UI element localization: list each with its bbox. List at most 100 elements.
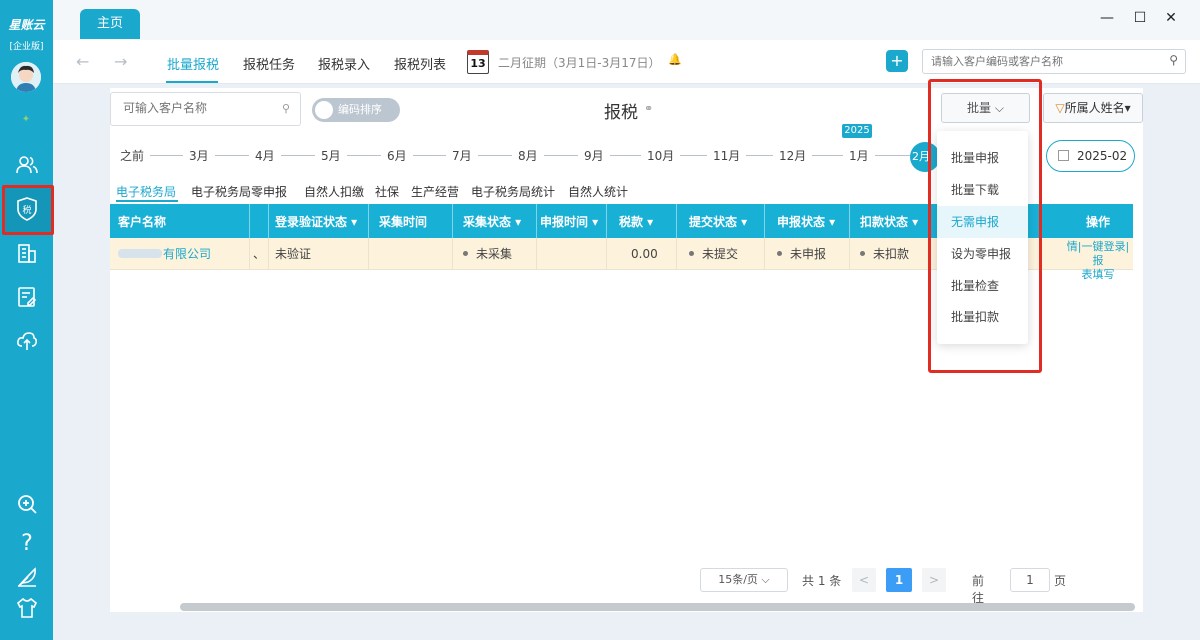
- maximize-button[interactable]: ☐: [1130, 10, 1150, 28]
- left-sidebar: 星账云 [企业版] ✦ 税 ?: [0, 0, 54, 640]
- customer-name-input[interactable]: [123, 93, 273, 123]
- title-bar: 主页 — ☐ ✕: [53, 0, 1200, 40]
- subtab-etax-bureau[interactable]: 电子税务局: [116, 183, 176, 200]
- svg-text:税: 税: [22, 204, 31, 216]
- page-label: 页: [1054, 574, 1067, 588]
- col-declare-time[interactable]: 申报时间 ▾: [537, 204, 607, 238]
- month-picker[interactable]: 2025-02: [1046, 140, 1135, 172]
- prev-page-button[interactable]: <: [852, 568, 876, 592]
- menu-item-set-zero-declare[interactable]: 设为零申报: [937, 238, 1028, 270]
- batch-button[interactable]: 批量 ⌵: [941, 93, 1030, 123]
- close-button[interactable]: ✕: [1161, 10, 1181, 28]
- col-collect-time[interactable]: 采集时间: [369, 204, 453, 238]
- subtab-zero-declaration[interactable]: 电子税务局零申报: [191, 183, 287, 200]
- timeline-item[interactable]: 10月: [641, 147, 681, 164]
- back-arrow-icon[interactable]: ←: [76, 52, 89, 71]
- next-page-button[interactable]: >: [922, 568, 946, 592]
- calendar-icon: [1058, 150, 1069, 161]
- timeline-item[interactable]: 4月: [249, 147, 281, 164]
- timeline-item[interactable]: 8月: [512, 147, 544, 164]
- horizontal-scrollbar[interactable]: [180, 603, 1135, 611]
- link-icon[interactable]: ⚭: [644, 102, 653, 115]
- calendar-icon[interactable]: 13: [467, 50, 489, 74]
- declare-status-cell: 未申报: [765, 238, 850, 269]
- nav-batch-tax[interactable]: 批量报税: [167, 54, 219, 73]
- status-dot: [463, 251, 468, 256]
- timeline-item[interactable]: 3月: [183, 147, 215, 164]
- menu-item-batch-download[interactable]: 批量下载: [937, 174, 1028, 206]
- feather-icon[interactable]: [14, 564, 40, 590]
- timeline-item[interactable]: 5月: [315, 147, 347, 164]
- current-page-button[interactable]: 1: [886, 568, 912, 592]
- cloud-upload-icon[interactable]: [14, 328, 40, 354]
- customer-code-search-input[interactable]: [931, 50, 1151, 72]
- add-button[interactable]: +: [886, 50, 908, 72]
- active-subtab-underline: [116, 200, 178, 202]
- nav-bar: ← → 批量报税 报税任务 报税录入 报税列表 13 二月征期（3月1日-3月1…: [53, 40, 1200, 84]
- users-icon[interactable]: [14, 152, 40, 178]
- status-dot: [689, 251, 694, 256]
- timeline-item[interactable]: 1月: [843, 147, 875, 164]
- timeline-item[interactable]: 12月: [773, 147, 813, 164]
- col-operations: 操作: [1085, 214, 1110, 229]
- minimize-button[interactable]: —: [1097, 10, 1117, 28]
- page-size-select[interactable]: 15条/页 ⌵: [700, 568, 788, 592]
- building-icon[interactable]: [14, 240, 40, 266]
- batch-dropdown-menu: 批量申报 批量下载 无需申报 设为零申报 批量检查 批量扣款: [937, 131, 1028, 344]
- operations-cell[interactable]: 情|一键登录|报 表填写: [1063, 238, 1133, 281]
- code-sort-toggle[interactable]: 编码排序: [312, 98, 400, 122]
- deduct-status-text: 未扣款: [873, 247, 910, 261]
- tab-home[interactable]: 主页: [80, 9, 140, 39]
- shirt-icon[interactable]: [14, 595, 40, 621]
- col-deduct-status[interactable]: 扣款状态 ▾: [850, 204, 930, 238]
- subtab-individual-statistics[interactable]: 自然人统计: [568, 183, 628, 200]
- menu-item-batch-check[interactable]: 批量检查: [937, 270, 1028, 302]
- subtab-etax-statistics[interactable]: 电子税务局统计: [471, 183, 555, 200]
- tax-amount-cell: 0.00: [607, 238, 677, 269]
- col-login-status[interactable]: 登录验证状态 ▾: [269, 204, 369, 238]
- zoom-in-icon[interactable]: [14, 491, 40, 517]
- col-tax-amount[interactable]: 税款 ▾: [607, 204, 677, 238]
- timeline-item[interactable]: 之前: [114, 147, 151, 164]
- status-dot-icon: ✦: [21, 114, 31, 125]
- subtab-individual-withholding[interactable]: 自然人扣缴: [304, 183, 364, 200]
- goto-label: 前往: [972, 574, 985, 605]
- help-icon[interactable]: ?: [14, 530, 40, 556]
- tax-shield-icon[interactable]: 税: [14, 196, 40, 222]
- col-collect-status[interactable]: 采集状态 ▾: [453, 204, 537, 238]
- menu-item-batch-deduct[interactable]: 批量扣款: [937, 301, 1028, 333]
- col-declare-status[interactable]: 申报状态 ▾: [765, 204, 850, 238]
- col-submit-status[interactable]: 提交状态 ▾: [677, 204, 765, 238]
- submit-status-text: 未提交: [702, 247, 739, 261]
- timeline-item[interactable]: 7月: [446, 147, 478, 164]
- menu-item-no-declare[interactable]: 无需申报: [937, 206, 1028, 238]
- document-edit-icon[interactable]: [14, 284, 40, 310]
- col-customer-name[interactable]: 客户名称: [110, 204, 250, 238]
- goto-page-input[interactable]: 1: [1010, 568, 1050, 592]
- year-badge: 2025: [842, 124, 872, 138]
- fill-report-link[interactable]: 表填写: [1063, 268, 1133, 282]
- status-dot: [860, 251, 865, 256]
- customer-name-suffix: 有限公司: [163, 247, 212, 261]
- operations-links[interactable]: 情|一键登录|报: [1063, 240, 1133, 268]
- toggle-label: 编码排序: [338, 103, 382, 116]
- nav-tax-tasks[interactable]: 报税任务: [243, 54, 295, 73]
- collect-status-text: 未采集: [476, 247, 513, 261]
- search-icon[interactable]: ⚲: [1169, 53, 1178, 67]
- owner-filter-button[interactable]: ▽所属人姓名▾: [1043, 93, 1143, 123]
- customer-name-cell[interactable]: 有限公司: [110, 238, 250, 269]
- page-title: 报税: [604, 103, 638, 123]
- timeline-current-month[interactable]: 2月: [910, 142, 940, 172]
- bell-icon[interactable]: 🔔: [668, 53, 682, 66]
- nav-tax-list[interactable]: 报税列表: [394, 54, 446, 73]
- timeline-item[interactable]: 6月: [381, 147, 413, 164]
- forward-arrow-icon[interactable]: →: [114, 52, 127, 71]
- timeline-item[interactable]: 11月: [707, 147, 747, 164]
- subtab-business-operation[interactable]: 生产经营: [411, 183, 459, 200]
- avatar[interactable]: [11, 62, 41, 92]
- timeline-item[interactable]: 9月: [578, 147, 610, 164]
- subtab-social-security[interactable]: 社保: [375, 183, 399, 200]
- nav-tax-entry[interactable]: 报税录入: [318, 54, 370, 73]
- search-icon[interactable]: ⚲: [282, 102, 290, 115]
- menu-item-batch-declare[interactable]: 批量申报: [937, 142, 1028, 174]
